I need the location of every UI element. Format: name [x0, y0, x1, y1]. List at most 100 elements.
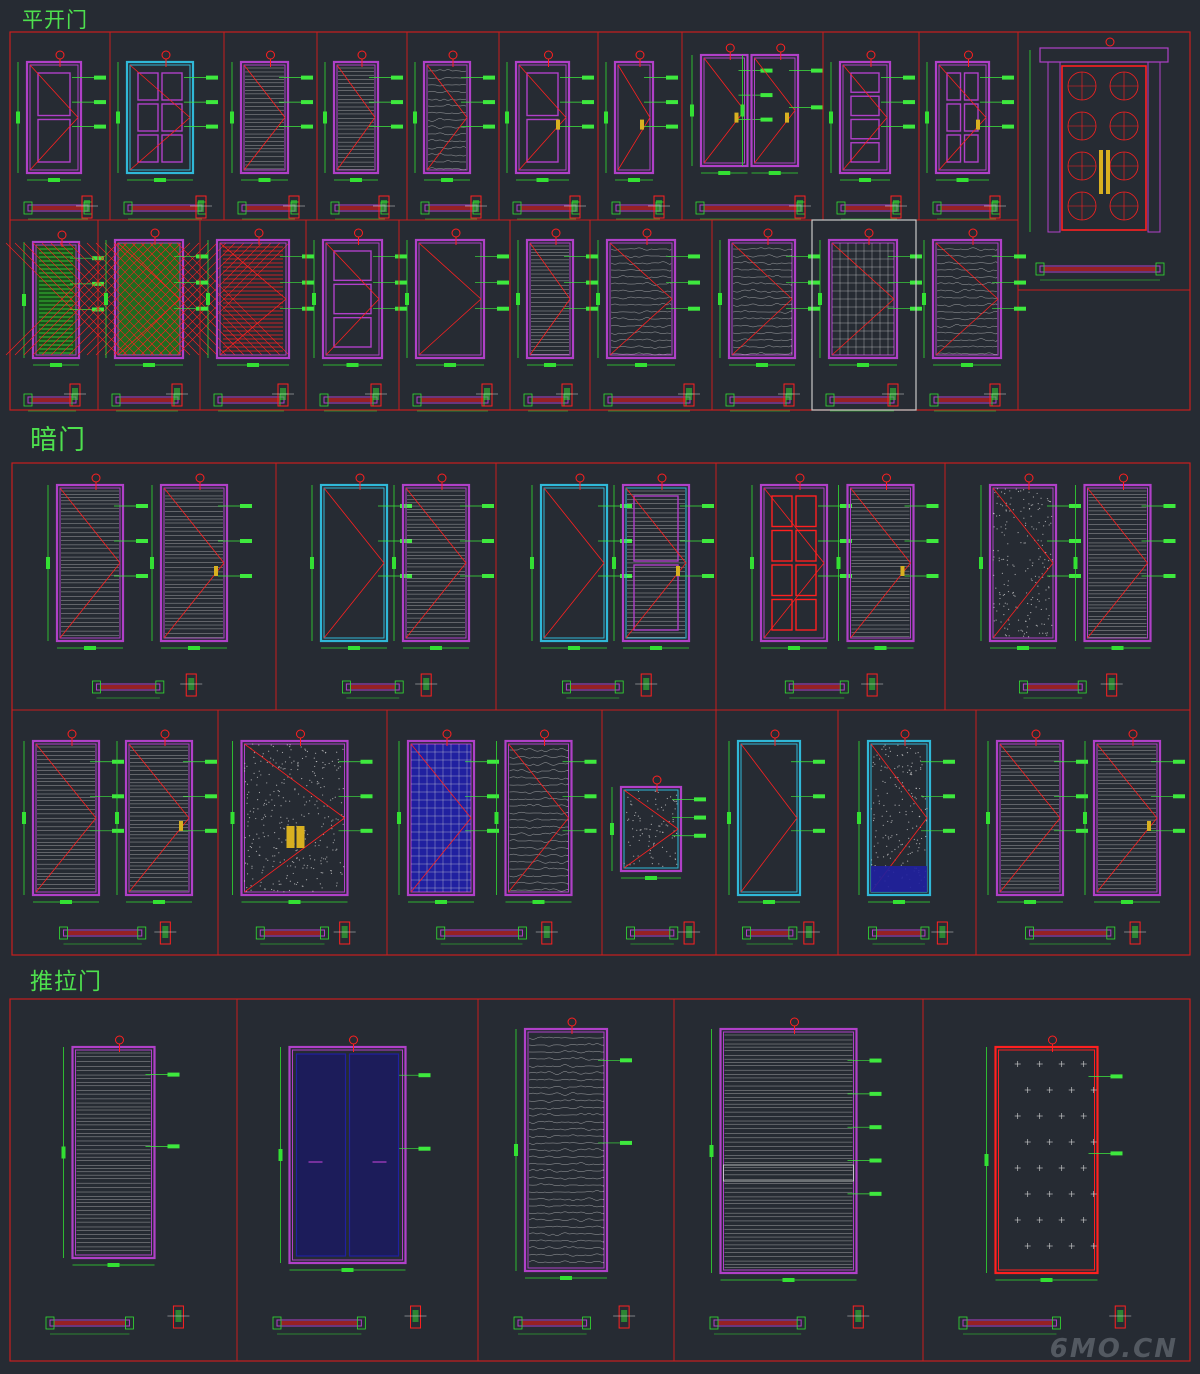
wood-wave-line — [528, 1190, 604, 1194]
stone-dot — [274, 855, 276, 857]
dimension-tick — [750, 557, 754, 569]
leader-label — [167, 1144, 180, 1149]
stone-dot — [289, 744, 291, 746]
stone-dot — [908, 837, 910, 839]
leader-label — [487, 794, 499, 799]
stone-dot — [296, 857, 298, 859]
leader-label — [418, 1073, 431, 1078]
stone-dot — [1001, 531, 1003, 533]
wood-wave-line — [528, 1246, 604, 1250]
stone-dot — [992, 549, 995, 552]
stone-dot — [911, 851, 913, 853]
stone-dot — [1001, 558, 1003, 561]
door-panel — [333, 283, 372, 315]
stone-dot — [993, 574, 995, 577]
stone-dot — [1022, 635, 1025, 637]
door-leaf — [935, 242, 999, 356]
stone-dot — [1032, 562, 1034, 564]
stone-dot — [1031, 526, 1033, 528]
section-symbol — [864, 228, 874, 238]
stone-dot — [909, 805, 912, 807]
stone-dot — [258, 837, 260, 839]
dimension-tick — [635, 363, 647, 367]
stone-dot — [918, 787, 921, 790]
stone-dot — [304, 830, 306, 832]
stone-dot — [1005, 509, 1007, 511]
stone-dot — [1035, 624, 1037, 626]
leader-label — [395, 280, 407, 285]
wood-wave-line — [427, 132, 467, 136]
dimension-tick — [16, 111, 20, 124]
stone-dot — [306, 867, 308, 869]
plan-section-fill — [941, 206, 992, 210]
wood-wave-line — [528, 1155, 604, 1158]
wood-wave-line — [528, 1141, 604, 1145]
stone-dot — [271, 809, 273, 811]
stone-dot — [324, 858, 327, 860]
section-symbol — [968, 228, 978, 238]
stone-dot — [655, 803, 657, 806]
door-frame — [736, 739, 802, 897]
stone-dot — [251, 867, 253, 869]
leader-label — [1014, 254, 1026, 259]
door-leaf — [740, 743, 798, 893]
stone-dot — [294, 866, 296, 868]
stone-dot — [1007, 628, 1009, 630]
stone-dot — [338, 788, 340, 790]
stone-dot — [316, 800, 318, 802]
door-leaf — [1096, 743, 1158, 893]
stone-dot — [887, 836, 889, 838]
plan-section-fill — [612, 398, 686, 402]
leader-label — [240, 504, 252, 508]
swing-indicator — [529, 242, 571, 300]
stone-dot — [882, 837, 884, 839]
dimension-tick — [348, 646, 360, 650]
plan-section-fill — [734, 398, 786, 402]
stone-dot — [281, 763, 283, 765]
leader-label — [943, 759, 955, 764]
leader-label — [903, 100, 915, 105]
stone-dot — [315, 760, 317, 763]
stone-dot — [296, 881, 299, 884]
stone-dot — [665, 824, 667, 826]
stone-dot — [998, 557, 1000, 559]
stone-dot — [272, 883, 274, 885]
stone-dot — [263, 804, 265, 806]
stone-dot — [253, 772, 255, 774]
door-drawing — [922, 228, 1026, 412]
dimension-tick — [756, 363, 768, 367]
stone-dot — [1013, 565, 1015, 567]
door-frame — [124, 739, 194, 897]
stone-dot — [1005, 528, 1007, 530]
door-pull-handle — [1106, 150, 1110, 194]
stone-dot — [339, 862, 341, 864]
stone-dot — [266, 761, 268, 764]
stone-dot — [905, 814, 907, 816]
dimension-tick — [568, 646, 580, 650]
leader-label — [903, 124, 915, 129]
stone-dot — [902, 771, 904, 773]
stone-dot — [272, 855, 274, 857]
stone-dot — [1003, 558, 1005, 560]
leader-label — [1014, 280, 1026, 285]
stone-dot — [656, 830, 658, 832]
section-symbol — [540, 729, 549, 739]
door-drawing — [116, 50, 218, 220]
stone-dot — [1039, 507, 1041, 510]
stone-dot — [1045, 632, 1047, 634]
stone-dot — [334, 796, 336, 798]
wood-wave-line — [528, 1162, 604, 1166]
swing-indicator — [763, 562, 825, 639]
door-leaf — [243, 64, 286, 171]
stone-dot — [291, 762, 293, 764]
stone-dot — [1013, 594, 1015, 596]
stone-dot — [251, 865, 253, 867]
stone-dot — [887, 820, 889, 823]
stone-dot — [908, 846, 910, 848]
door-panel — [795, 598, 817, 631]
stone-dot — [276, 750, 278, 752]
door-drawing — [516, 228, 598, 412]
swing-indicator — [418, 298, 482, 356]
wood-wave-line — [528, 1204, 604, 1208]
door-drawing — [829, 50, 915, 220]
